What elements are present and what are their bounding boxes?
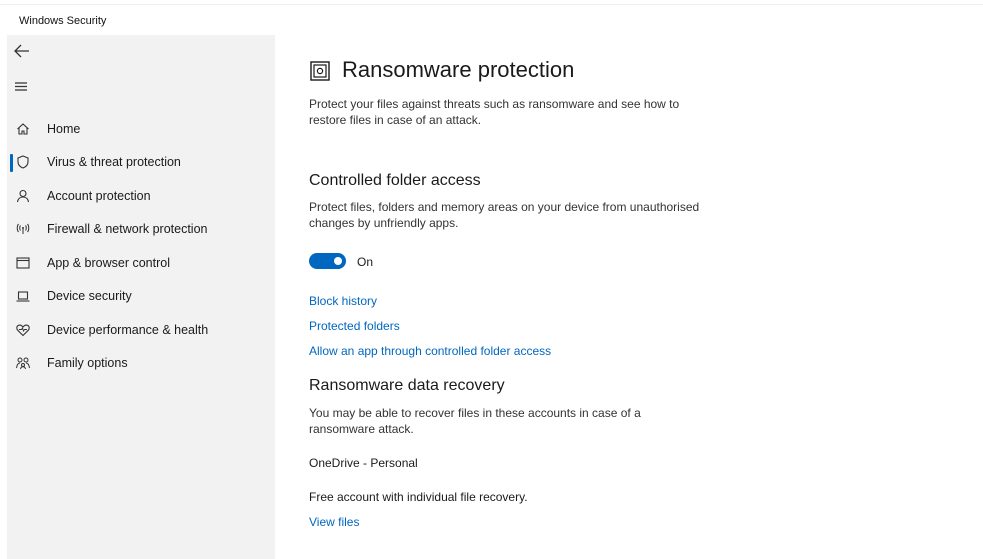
wireless-icon [15, 221, 33, 239]
ransomware-icon [309, 60, 331, 82]
sidebar-item-home[interactable]: Home [7, 115, 275, 145]
sidebar-item-firewall[interactable]: Firewall & network protection [7, 215, 275, 245]
page-description: Protect your files against threats such … [309, 97, 680, 127]
sidebar-item-label: App & browser control [47, 256, 170, 270]
shield-icon [15, 154, 33, 172]
family-icon [15, 355, 33, 373]
allow-app-link[interactable]: Allow an app through controlled folder a… [309, 344, 551, 358]
sidebar-item-label: Firewall & network protection [47, 222, 208, 236]
hamburger-icon[interactable] [13, 79, 35, 99]
heart-pulse-icon [15, 322, 33, 340]
sidebar-item-account-protection[interactable]: Account protection [7, 182, 275, 212]
sidebar-item-virus-threat-protection[interactable]: Virus & threat protection [7, 148, 275, 178]
sidebar-item-label: Family options [47, 356, 128, 370]
sidebar-item-app-browser-control[interactable]: App & browser control [7, 249, 275, 279]
onedrive-account-detail: Free account with individual file recove… [309, 490, 528, 504]
block-history-link[interactable]: Block history [309, 294, 377, 308]
view-files-link[interactable]: View files [309, 515, 359, 529]
onedrive-account-name: OneDrive - Personal [309, 456, 418, 470]
section-heading-ransomware-data-recovery: Ransomware data recovery [309, 377, 505, 394]
sidebar-item-device-security[interactable]: Device security [7, 282, 275, 312]
sidebar-item-label: Account protection [47, 189, 151, 203]
back-arrow-icon[interactable] [13, 43, 35, 63]
sidebar: Home Virus & threat protection Account p… [7, 35, 275, 559]
sidebar-item-family-options[interactable]: Family options [7, 349, 275, 379]
section-description-controlled-folder-access: Protect files, folders and memory areas … [309, 200, 700, 230]
sidebar-item-label: Device security [47, 289, 132, 303]
toggle-state-label: On [357, 255, 374, 269]
section-description-recovery: You may be able to recover files in thes… [309, 406, 641, 436]
controlled-folder-access-toggle[interactable] [309, 253, 346, 269]
sidebar-item-label: Virus & threat protection [47, 155, 181, 169]
section-heading-controlled-folder-access: Controlled folder access [309, 172, 481, 189]
page-title: Ransomware protection [342, 57, 575, 82]
main-content: Ransomware protection Protect your files… [309, 0, 969, 559]
sidebar-item-label: Home [47, 122, 81, 136]
sidebar-item-device-performance[interactable]: Device performance & health [7, 316, 275, 346]
toggle-knob [334, 257, 342, 265]
sidebar-item-label: Device performance & health [47, 323, 209, 337]
browser-window-icon [15, 255, 33, 273]
protected-folders-link[interactable]: Protected folders [309, 319, 400, 333]
person-icon [15, 188, 33, 206]
selection-indicator [10, 154, 13, 172]
laptop-icon [15, 288, 33, 306]
home-icon [15, 121, 33, 139]
window-title: Windows Security [19, 15, 107, 27]
